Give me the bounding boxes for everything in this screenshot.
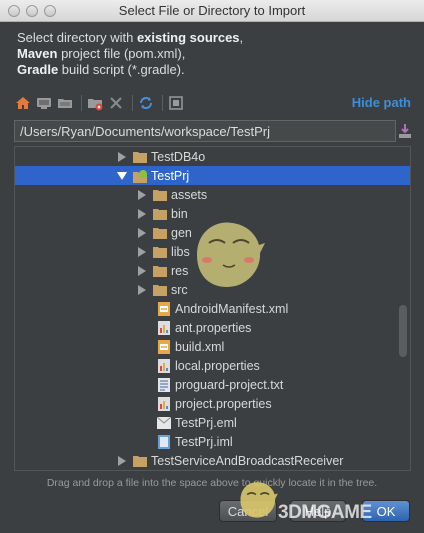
tree-item-label: bin bbox=[171, 206, 188, 221]
window-title: Select File or Directory to Import bbox=[118, 3, 306, 18]
instructions-line1-bold: existing sources bbox=[136, 30, 240, 45]
xml-file-icon bbox=[157, 339, 171, 354]
instructions-line2-post: project file (pom.xml), bbox=[57, 46, 186, 61]
toolbar-separator bbox=[132, 95, 133, 111]
tree-item-label: ant.properties bbox=[175, 320, 252, 335]
instructions-line1-pre: Select directory with bbox=[17, 30, 137, 45]
watermark-text: 3DMGAME bbox=[278, 502, 372, 523]
tree-item-label: local.properties bbox=[175, 358, 260, 373]
home-icon[interactable] bbox=[14, 94, 32, 112]
expand-arrow-right-icon[interactable] bbox=[137, 208, 147, 219]
tree-file-row[interactable]: proguard-project.txt bbox=[15, 375, 410, 394]
xml-file-icon bbox=[157, 301, 171, 316]
instructions-line1-post: , bbox=[239, 30, 244, 45]
iml-file-icon bbox=[157, 434, 171, 449]
folder-icon bbox=[153, 245, 167, 259]
drag-drop-hint: Drag and drop a file into the space abov… bbox=[46, 477, 378, 489]
tree-item-label: project.properties bbox=[175, 396, 272, 411]
delete-icon[interactable] bbox=[107, 94, 125, 112]
tree-folder-row[interactable]: TestDB4o bbox=[15, 147, 410, 166]
tree-file-row[interactable]: ant.properties bbox=[15, 318, 410, 337]
folder-icon bbox=[133, 454, 147, 468]
watermark-logo-mascot-image bbox=[240, 482, 278, 518]
show-hidden-icon[interactable] bbox=[167, 94, 185, 112]
tree-folder-row[interactable]: assets bbox=[15, 185, 410, 204]
folder-icon bbox=[153, 226, 167, 240]
path-history-icon[interactable] bbox=[398, 123, 412, 144]
android-module-icon bbox=[133, 169, 147, 183]
tree-item-label: src bbox=[171, 282, 188, 297]
refresh-icon[interactable] bbox=[137, 94, 155, 112]
import-dialog: Select File or Directory to Import Selec… bbox=[0, 0, 424, 533]
tree-file-row[interactable]: project.properties bbox=[15, 394, 410, 413]
tree-file-row[interactable]: AndroidManifest.xml bbox=[15, 299, 410, 318]
tree-item-label: TestPrj.eml bbox=[175, 415, 237, 430]
watermark-mascot-image bbox=[197, 222, 265, 287]
tree-file-row[interactable]: TestPrj.iml bbox=[15, 432, 410, 451]
tree-scrollbar[interactable] bbox=[399, 305, 407, 357]
toolbar-separator bbox=[81, 95, 82, 111]
tree-item-label: TestPrj.iml bbox=[175, 434, 233, 449]
instructions: Select directory with existing sources, … bbox=[17, 30, 243, 78]
instructions-line3-bold: Gradle bbox=[17, 62, 59, 77]
desktop-icon[interactable] bbox=[35, 94, 53, 112]
tree-item-label: TestServiceAndBroadcastReceiver bbox=[151, 453, 344, 468]
tree-folder-row[interactable]: TestPrj bbox=[15, 166, 410, 185]
folder-icon bbox=[133, 150, 147, 164]
folder-icon bbox=[153, 283, 167, 297]
folder-icon bbox=[153, 188, 167, 202]
instructions-line2-bold: Maven bbox=[17, 46, 58, 61]
expand-arrow-right-icon[interactable] bbox=[137, 284, 147, 295]
tree-item-label: proguard-project.txt bbox=[175, 377, 284, 392]
toolbar bbox=[14, 93, 188, 113]
expand-arrow-right-icon[interactable] bbox=[117, 151, 127, 162]
properties-file-icon bbox=[157, 396, 171, 411]
tree-folder-row[interactable]: TestServiceAndBroadcastReceiver bbox=[15, 451, 410, 470]
expand-arrow-right-icon[interactable] bbox=[137, 189, 147, 200]
path-field-container bbox=[14, 120, 396, 142]
hide-path-link[interactable]: Hide path bbox=[352, 95, 411, 110]
file-tree[interactable]: TestDB4o TestPrj assets bin gen libs res src And… bbox=[14, 146, 411, 471]
tree-item-label: build.xml bbox=[175, 339, 225, 354]
title-bar: Select File or Directory to Import bbox=[0, 0, 424, 22]
toolbar-separator bbox=[162, 95, 163, 111]
tree-item-label: TestPrj bbox=[151, 168, 190, 183]
properties-file-icon bbox=[157, 320, 171, 335]
expand-arrow-down-icon[interactable] bbox=[117, 171, 127, 181]
project-folder-icon[interactable] bbox=[56, 94, 74, 112]
expand-arrow-right-icon[interactable] bbox=[117, 455, 127, 466]
tree-file-row[interactable]: build.xml bbox=[15, 337, 410, 356]
text-file-icon bbox=[157, 377, 171, 392]
tree-item-label: TestDB4o bbox=[151, 149, 206, 164]
instructions-line3-post: build script (*.gradle). bbox=[58, 62, 185, 77]
expand-arrow-right-icon[interactable] bbox=[137, 227, 147, 238]
tree-item-label: AndroidManifest.xml bbox=[175, 301, 289, 316]
tree-file-row[interactable]: local.properties bbox=[15, 356, 410, 375]
new-folder-icon[interactable] bbox=[86, 94, 104, 112]
folder-icon bbox=[153, 207, 167, 221]
tree-file-row[interactable]: TestPrj.eml bbox=[15, 413, 410, 432]
path-input[interactable] bbox=[15, 121, 395, 141]
expand-arrow-right-icon[interactable] bbox=[137, 246, 147, 257]
eml-file-icon bbox=[157, 416, 171, 430]
folder-icon bbox=[153, 264, 167, 278]
tree-item-label: assets bbox=[171, 187, 208, 202]
tree-item-label: res bbox=[171, 263, 189, 278]
expand-arrow-right-icon[interactable] bbox=[137, 265, 147, 276]
properties-file-icon bbox=[157, 358, 171, 373]
